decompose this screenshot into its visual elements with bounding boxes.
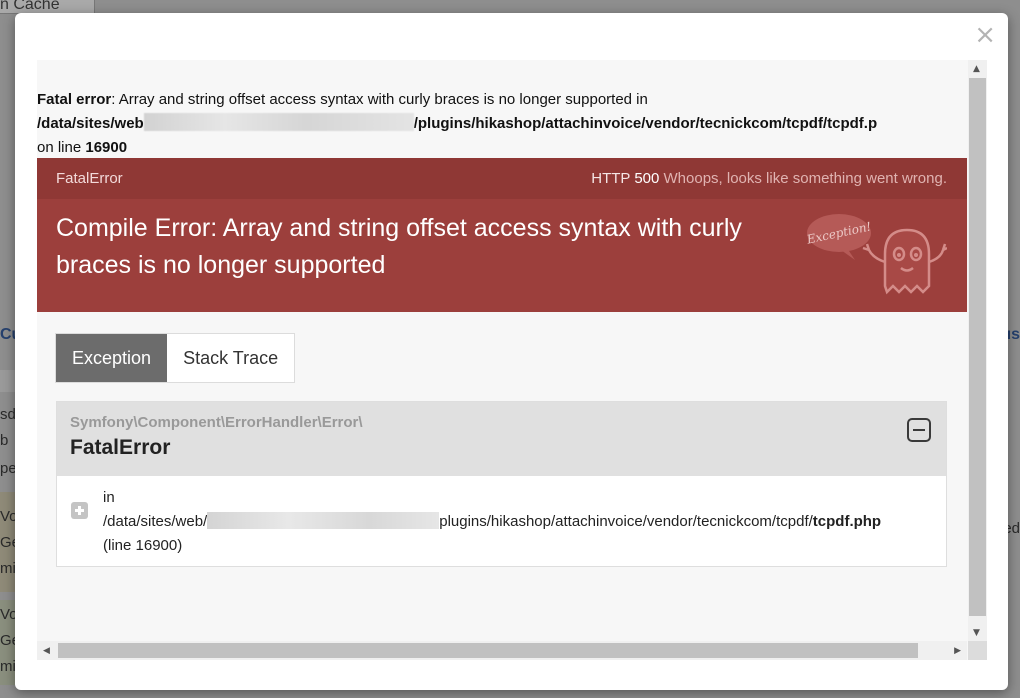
horizontal-scrollbar[interactable]: ◀ ▶ [37, 641, 967, 660]
vertical-scrollbar[interactable]: ▲ ▼ [968, 60, 987, 642]
ghost-icon: Exception! [807, 214, 947, 295]
redacted-path-segment [143, 113, 414, 131]
close-icon[interactable]: × [974, 22, 996, 48]
scroll-left-icon[interactable]: ◀ [43, 646, 50, 656]
trace-namespace: Symfony\Component\ErrorHandler\Error\ [70, 414, 363, 431]
trace-in-label: in [103, 489, 115, 506]
scrollbar-corner [968, 641, 987, 660]
redacted-path-segment [207, 512, 440, 529]
http-label: HTTP [591, 170, 635, 187]
background-tab: n Cache [0, 0, 95, 14]
trace-path-mid: plugins/hikashop/attachinvoice/vendor/te… [439, 513, 813, 530]
trace-line: (line 16900) [103, 537, 183, 554]
error-modal: × Fatal error: Array and string offset a… [15, 13, 1008, 690]
php-fatal-error: Fatal error: Array and string offset acc… [37, 88, 967, 160]
horizontal-scroll-thumb[interactable] [58, 643, 918, 658]
php-error-line1: Fatal error: Array and string offset acc… [37, 88, 967, 112]
background-fragment: mi [0, 658, 16, 675]
background-fragment: sd [0, 406, 16, 423]
background-fragment: mi [0, 560, 16, 577]
scroll-right-icon[interactable]: ▶ [954, 646, 961, 656]
scroll-down-icon[interactable]: ▼ [973, 628, 980, 638]
trace-entry: in /data/sites/web/plugins/hikashop/atta… [57, 476, 946, 566]
http-code: 500 [634, 170, 660, 187]
trace-path-start: /data/sites/web/ [103, 513, 208, 530]
trace-class: FatalError [70, 436, 171, 459]
exception-message: Compile Error: Array and string offset a… [56, 214, 742, 279]
tab-exception[interactable]: Exception [56, 334, 168, 382]
exception-name: FatalError [56, 170, 123, 187]
background-tab-label: n Cache [0, 0, 60, 13]
trace-file-name: tcpdf.php [812, 513, 882, 530]
error-frame: Fatal error: Array and string offset acc… [37, 60, 987, 660]
php-error-path-start: /data/sites/web [37, 115, 144, 132]
http-status: HTTP 500 Whoops, looks like something we… [591, 170, 947, 187]
php-error-path: /data/sites/web/plugins/hikashop/attachi… [37, 112, 967, 136]
exception-header: FatalError HTTP 500 Whoops, looks like s… [37, 158, 967, 312]
background-fragment: b [0, 432, 9, 449]
exception-tabs: Exception Stack Trace [55, 333, 296, 383]
trace-file-path: /data/sites/web/plugins/hikashop/attachi… [103, 510, 946, 534]
php-error-line-info: on line 16900 [37, 136, 967, 160]
php-error-message: : Array and string offset access syntax … [111, 91, 648, 108]
frame-content: Fatal error: Array and string offset acc… [37, 60, 967, 640]
scroll-up-icon[interactable]: ▲ [973, 64, 980, 74]
expand-icon[interactable] [71, 502, 88, 519]
php-error-label: Fatal error [37, 91, 112, 108]
exception-summary-bar: FatalError HTTP 500 Whoops, looks like s… [37, 158, 967, 199]
line-number: 16900 [85, 139, 128, 156]
background-band [0, 370, 15, 392]
whoops-message: Whoops, looks like something went wrong. [663, 170, 947, 187]
php-error-path-end: /plugins/hikashop/attachinvoice/vendor/t… [413, 115, 878, 132]
vertical-scroll-thumb[interactable] [969, 78, 986, 616]
tab-stack-trace[interactable]: Stack Trace [167, 334, 295, 382]
collapse-icon[interactable] [907, 418, 931, 442]
trace-panel: Symfony\Component\ErrorHandler\Error\ Fa… [56, 401, 947, 567]
trace-header: Symfony\Component\ErrorHandler\Error\ Fa… [57, 402, 946, 476]
on-line-label: on line [37, 139, 86, 156]
